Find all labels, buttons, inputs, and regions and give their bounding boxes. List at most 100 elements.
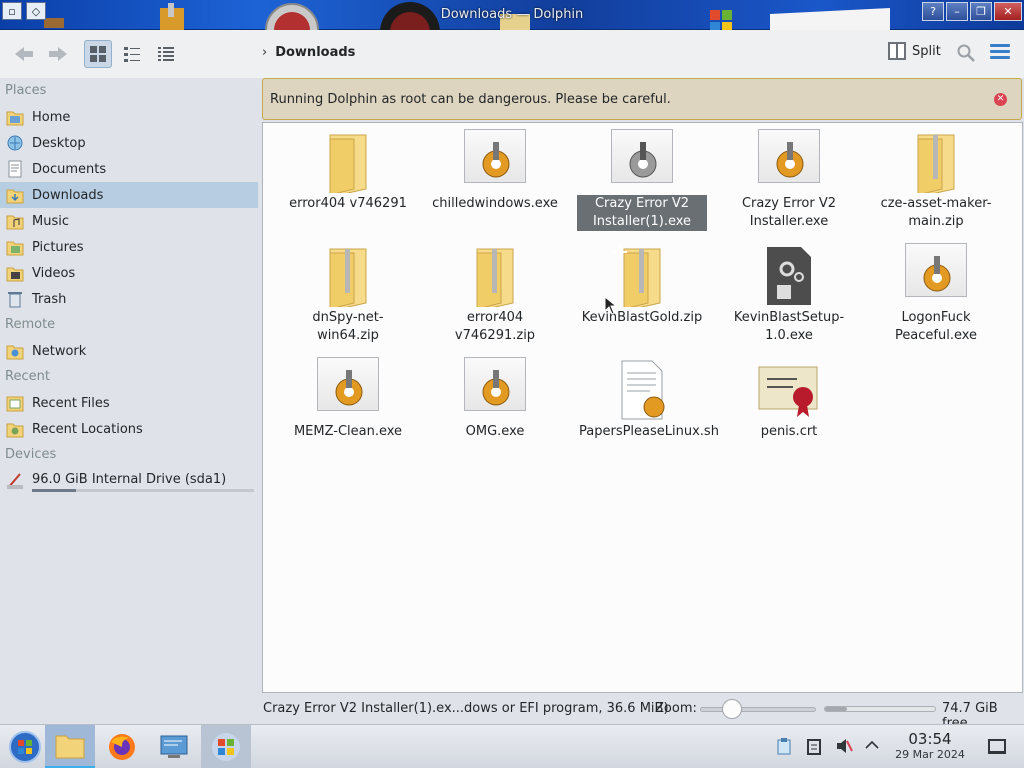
compact-view-button[interactable] (118, 40, 146, 68)
windows-app-icon (212, 733, 240, 761)
split-button[interactable]: Split (888, 42, 941, 60)
executable-gear-icon (464, 129, 526, 183)
places-panel: Places Home Desktop Documents Downloads … (0, 78, 260, 724)
desktop-icon (7, 135, 23, 151)
details-view-icon (158, 47, 174, 61)
taskbar-windows-app[interactable] (201, 725, 251, 768)
hamburger-menu-button[interactable] (990, 44, 1010, 62)
show-desktop-button[interactable] (988, 739, 1006, 754)
remote-header: Remote (5, 317, 56, 332)
file-name: Crazy Error V2 Installer(1).exe (577, 195, 707, 231)
sidebar-item-home[interactable]: Home (0, 104, 260, 130)
file-item[interactable]: error404 v746291.zip (430, 237, 560, 345)
details-view-button[interactable] (152, 40, 180, 68)
device-notifier-icon[interactable] (806, 737, 822, 759)
file-view[interactable]: error404 v746291 chilledwindows.exe Craz… (262, 122, 1023, 693)
file-item[interactable]: KevinBlastSetup-1.0.exe (724, 237, 854, 345)
chevron-up-icon[interactable] (864, 737, 880, 757)
sidebar-item-label: Videos (32, 265, 76, 281)
maximize-button[interactable]: ❐ (970, 2, 992, 21)
toolbar: › Downloads Split (0, 30, 1024, 78)
clock[interactable]: 03:54 29 Mar 2024 (892, 731, 968, 762)
taskbar-settings[interactable] (149, 725, 199, 768)
chevron-right-icon[interactable]: › (262, 45, 267, 60)
file-item[interactable]: Crazy Error V2 Installer.exe (724, 123, 854, 231)
help-button[interactable]: ? (922, 2, 944, 21)
zip-folder-icon (476, 248, 514, 312)
recent-files-icon (6, 396, 24, 412)
window-title: Downloads — Dolphin (440, 7, 584, 22)
taskbar-firefox[interactable] (97, 725, 147, 768)
executable-gear-icon (905, 243, 967, 297)
file-item[interactable]: chilledwindows.exe (430, 123, 560, 213)
volume-muted-icon[interactable] (835, 737, 853, 759)
warning-text: Running Dolphin as root can be dangerous… (270, 92, 671, 107)
file-name: KevinBlastGold.zip (581, 310, 703, 325)
search-button[interactable] (956, 43, 976, 67)
taskbar: 03:54 29 Mar 2024 (0, 724, 1024, 768)
documents-icon (8, 160, 22, 178)
compact-view-icon (124, 47, 140, 62)
file-item[interactable]: PapersPleaseLinux.sh (577, 351, 719, 441)
zoom-label: Zoom: (655, 701, 697, 716)
file-item[interactable]: error404 v746291 (283, 123, 413, 213)
file-item[interactable]: dnSpy-net-win64.zip (283, 237, 413, 345)
certificate-icon (758, 366, 818, 417)
sidebar-item-trash[interactable]: Trash (0, 286, 260, 312)
split-label: Split (912, 43, 941, 59)
breadcrumb: › Downloads (262, 45, 355, 60)
status-text: Crazy Error V2 Installer(1).ex...dows or… (263, 701, 669, 716)
zip-folder-icon (329, 248, 367, 312)
start-menu-button[interactable] (0, 725, 50, 768)
music-folder-icon (6, 215, 24, 230)
back-button[interactable] (10, 40, 38, 68)
file-item[interactable]: MEMZ-Clean.exe (283, 351, 413, 441)
pictures-icon (6, 241, 24, 256)
sidebar-item-music[interactable]: Music (0, 208, 260, 234)
executable-gear-icon (611, 129, 673, 183)
sidebar-item-label: Recent Files (32, 395, 110, 411)
minimize-button[interactable]: – (946, 2, 968, 21)
file-item[interactable]: LogonFuck Peaceful.exe (871, 237, 1001, 345)
sidebar-item-desktop[interactable]: Desktop (0, 130, 260, 156)
videos-icon (6, 267, 24, 282)
sidebar-item-recent-locations[interactable]: Recent Locations (0, 416, 260, 442)
breadcrumb-downloads[interactable]: Downloads (275, 45, 355, 60)
file-name: MEMZ-Clean.exe (293, 424, 403, 439)
home-folder-icon (6, 111, 24, 126)
mouse-cursor-icon (604, 296, 618, 315)
sidebar-item-videos[interactable]: Videos (0, 260, 260, 286)
zoom-slider[interactable] (700, 707, 816, 712)
sidebar-item-recent-files[interactable]: Recent Files (0, 390, 260, 416)
file-name: KevinBlastSetup-1.0.exe (733, 310, 845, 343)
file-name: chilledwindows.exe (432, 196, 558, 211)
close-icon[interactable]: ✕ (994, 93, 1007, 106)
file-item[interactable]: KevinBlastGold.zip (577, 237, 707, 327)
clock-date: 29 Mar 2024 (895, 748, 965, 761)
file-item[interactable]: penis.crt (724, 351, 854, 441)
clipboard-icon[interactable] (776, 737, 792, 759)
sidebar-item-downloads[interactable]: Downloads (0, 182, 258, 208)
sidebar-item-network[interactable]: Network (0, 338, 260, 364)
sidebar-item-internal-drive[interactable]: 96.0 GiB Internal Drive (sda1) (0, 468, 260, 498)
drive-icon (7, 473, 23, 489)
grid-view-icon (90, 46, 106, 62)
file-item[interactable]: OMG.exe (430, 351, 560, 441)
forward-button[interactable] (44, 40, 72, 68)
sidebar-item-pictures[interactable]: Pictures (0, 234, 260, 260)
file-name: Crazy Error V2 Installer.exe (741, 196, 837, 229)
recent-header: Recent (5, 369, 50, 384)
taskbar-dolphin[interactable] (45, 725, 95, 768)
zoom-slider-handle[interactable] (722, 699, 742, 719)
split-view-icon (888, 42, 906, 60)
sidebar-item-label: Trash (32, 291, 67, 307)
title-bar: ▫ ◇ Downloads — Dolphin ? – ❐ ✕ (0, 0, 1024, 30)
file-item[interactable]: cze-asset-maker-main.zip (871, 123, 1001, 231)
close-window-button[interactable]: ✕ (994, 2, 1022, 21)
file-name: LogonFuck Peaceful.exe (894, 310, 978, 343)
icons-view-button[interactable] (84, 40, 112, 68)
file-item-selected[interactable]: Crazy Error V2 Installer(1).exe (577, 123, 707, 231)
sidebar-item-documents[interactable]: Documents (0, 156, 260, 182)
sidebar-item-label: Pictures (32, 239, 84, 255)
sidebar-item-label: Downloads (32, 187, 104, 203)
